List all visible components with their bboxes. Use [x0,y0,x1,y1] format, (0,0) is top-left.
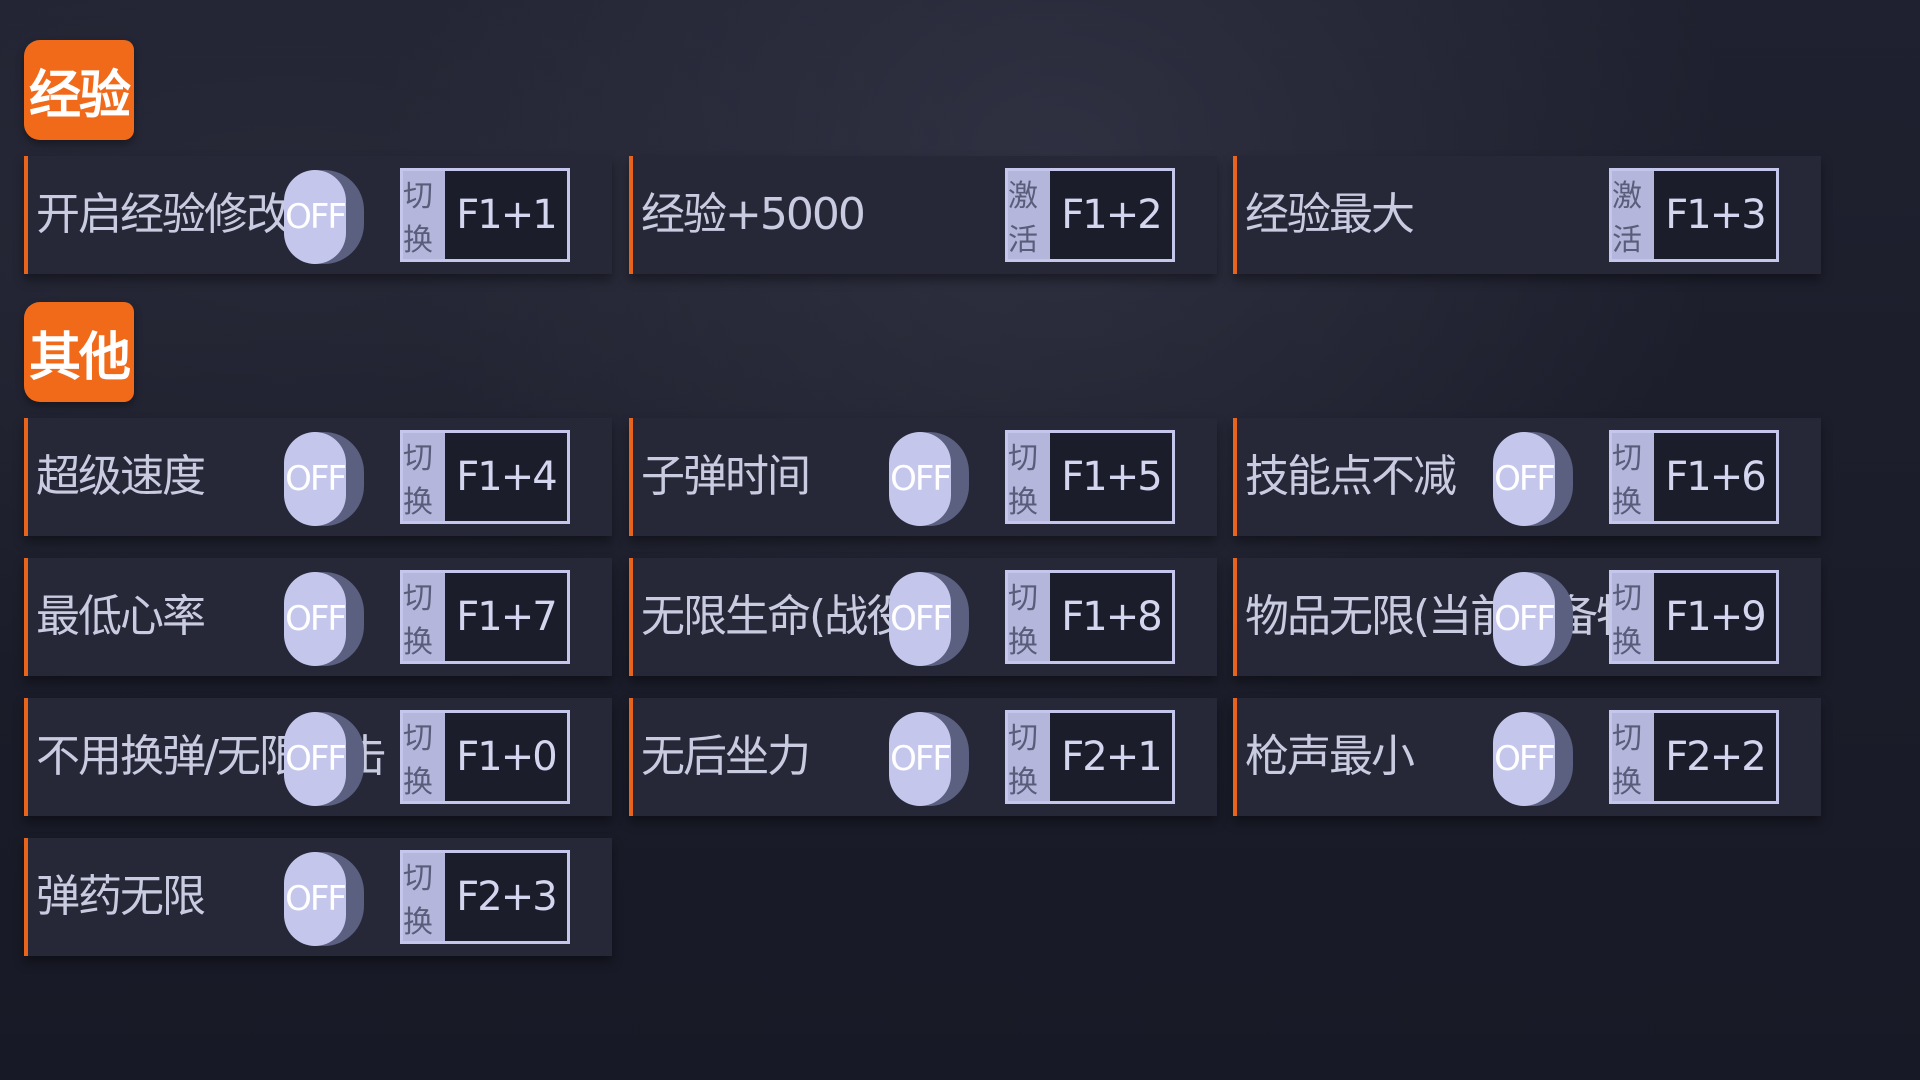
feature-label: 开启经验修改 [36,189,290,240]
hotkey-key-label: F1+0 [456,734,557,780]
feature-card: 不用换弹/无限射击 OFF 切换 F1+0 [24,698,612,816]
feature-toggle[interactable]: OFF [284,432,364,526]
hotkey-mode-label: 切换 [403,853,445,941]
feature-label: 无限生命(战役) [641,591,925,642]
feature-card: 经验最大 激活 F1+3 [1233,156,1821,274]
feature-toggle[interactable]: OFF [284,572,364,666]
hotkey-mode-label: 切换 [1612,433,1654,521]
toggle-state: OFF [284,852,347,946]
hotkey-key-label: F2+3 [456,874,557,920]
feature-toggle[interactable]: OFF [889,572,969,666]
feature-card: 经验+5000 激活 F1+2 [629,156,1217,274]
feature-card: 最低心率 OFF 切换 F1+7 [24,558,612,676]
hotkey-key-label: F1+7 [456,594,557,640]
feature-label: 超级速度 [36,451,206,502]
hotkey-field[interactable]: 切换 F1+5 [1005,430,1175,524]
hotkey-key-label: F1+1 [456,192,557,238]
hotkey-field[interactable]: 切换 F2+3 [400,850,570,944]
hotkey-field[interactable]: 切换 F1+6 [1609,430,1779,524]
feature-label: 最低心率 [36,591,206,642]
hotkey-field[interactable]: 切换 F1+9 [1609,570,1779,664]
hotkey-field[interactable]: 切换 F2+1 [1005,710,1175,804]
toggle-state: OFF [889,432,952,526]
feature-toggle[interactable]: OFF [889,432,969,526]
hotkey-mode-label: 切换 [1612,713,1654,801]
hotkey-mode-label: 切换 [403,433,445,521]
toggle-state: OFF [284,170,347,264]
hotkey-mode-label: 激活 [1008,171,1050,259]
feature-label: 经验最大 [1245,189,1415,240]
feature-card: 子弹时间 OFF 切换 F1+5 [629,418,1217,536]
toggle-state: OFF [889,572,952,666]
hotkey-key-label: F2+1 [1061,734,1162,780]
feature-toggle[interactable]: OFF [1493,572,1573,666]
feature-label: 经验+5000 [641,189,866,240]
feature-toggle[interactable]: OFF [284,852,364,946]
hotkey-mode-label: 切换 [403,573,445,661]
feature-card: 超级速度 OFF 切换 F1+4 [24,418,612,536]
hotkey-field[interactable]: 切换 F1+0 [400,710,570,804]
hotkey-field[interactable]: 激活 F1+2 [1005,168,1175,262]
hotkey-field[interactable]: 切换 F1+1 [400,168,570,262]
hotkey-key-label: F2+2 [1665,734,1766,780]
feature-card: 弹药无限 OFF 切换 F2+3 [24,838,612,956]
toggle-state: OFF [889,712,952,806]
hotkey-mode-label: 激活 [1612,171,1654,259]
hotkey-key-label: F1+9 [1665,594,1766,640]
feature-card: 物品无限(当前装备物品) OFF 切换 F1+9 [1233,558,1821,676]
hotkey-field[interactable]: 切换 F1+4 [400,430,570,524]
hotkey-mode-label: 切换 [1008,433,1050,521]
toggle-state: OFF [284,432,347,526]
feature-toggle[interactable]: OFF [1493,432,1573,526]
feature-toggle[interactable]: OFF [1493,712,1573,806]
toggle-state: OFF [1493,572,1556,666]
section-title-experience: 经验 [24,40,134,140]
trainer-panel: 经验 开启经验修改 OFF 切换 F1+1 经验+5000 激活 F1+2 经验最大 激活 F1+… [0,0,1920,1080]
feature-label: 弹药无限 [36,871,206,922]
feature-label: 子弹时间 [641,451,811,502]
feature-toggle[interactable]: OFF [284,712,364,806]
hotkey-key-label: F1+6 [1665,454,1766,500]
feature-card: 技能点不减 OFF 切换 F1+6 [1233,418,1821,536]
feature-label: 枪声最小 [1245,731,1415,782]
hotkey-field[interactable]: 切换 F1+8 [1005,570,1175,664]
feature-label: 技能点不减 [1245,451,1457,502]
toggle-state: OFF [1493,712,1556,806]
feature-card: 无限生命(战役) OFF 切换 F1+8 [629,558,1217,676]
hotkey-field[interactable]: 激活 F1+3 [1609,168,1779,262]
hotkey-key-label: F1+5 [1061,454,1162,500]
feature-card: 无后坐力 OFF 切换 F2+1 [629,698,1217,816]
feature-card: 枪声最小 OFF 切换 F2+2 [1233,698,1821,816]
toggle-state: OFF [284,572,347,666]
section-title-other: 其他 [24,302,134,402]
feature-card: 开启经验修改 OFF 切换 F1+1 [24,156,612,274]
feature-toggle[interactable]: OFF [889,712,969,806]
hotkey-key-label: F1+3 [1665,192,1766,238]
hotkey-mode-label: 切换 [403,171,445,259]
hotkey-field[interactable]: 切换 F1+7 [400,570,570,664]
feature-toggle[interactable]: OFF [284,170,364,264]
feature-label: 无后坐力 [641,731,811,782]
hotkey-key-label: F1+2 [1061,192,1162,238]
hotkey-mode-label: 切换 [403,713,445,801]
hotkey-mode-label: 切换 [1612,573,1654,661]
hotkey-key-label: F1+4 [456,454,557,500]
hotkey-field[interactable]: 切换 F2+2 [1609,710,1779,804]
hotkey-mode-label: 切换 [1008,713,1050,801]
hotkey-mode-label: 切换 [1008,573,1050,661]
toggle-state: OFF [284,712,347,806]
hotkey-key-label: F1+8 [1061,594,1162,640]
toggle-state: OFF [1493,432,1556,526]
